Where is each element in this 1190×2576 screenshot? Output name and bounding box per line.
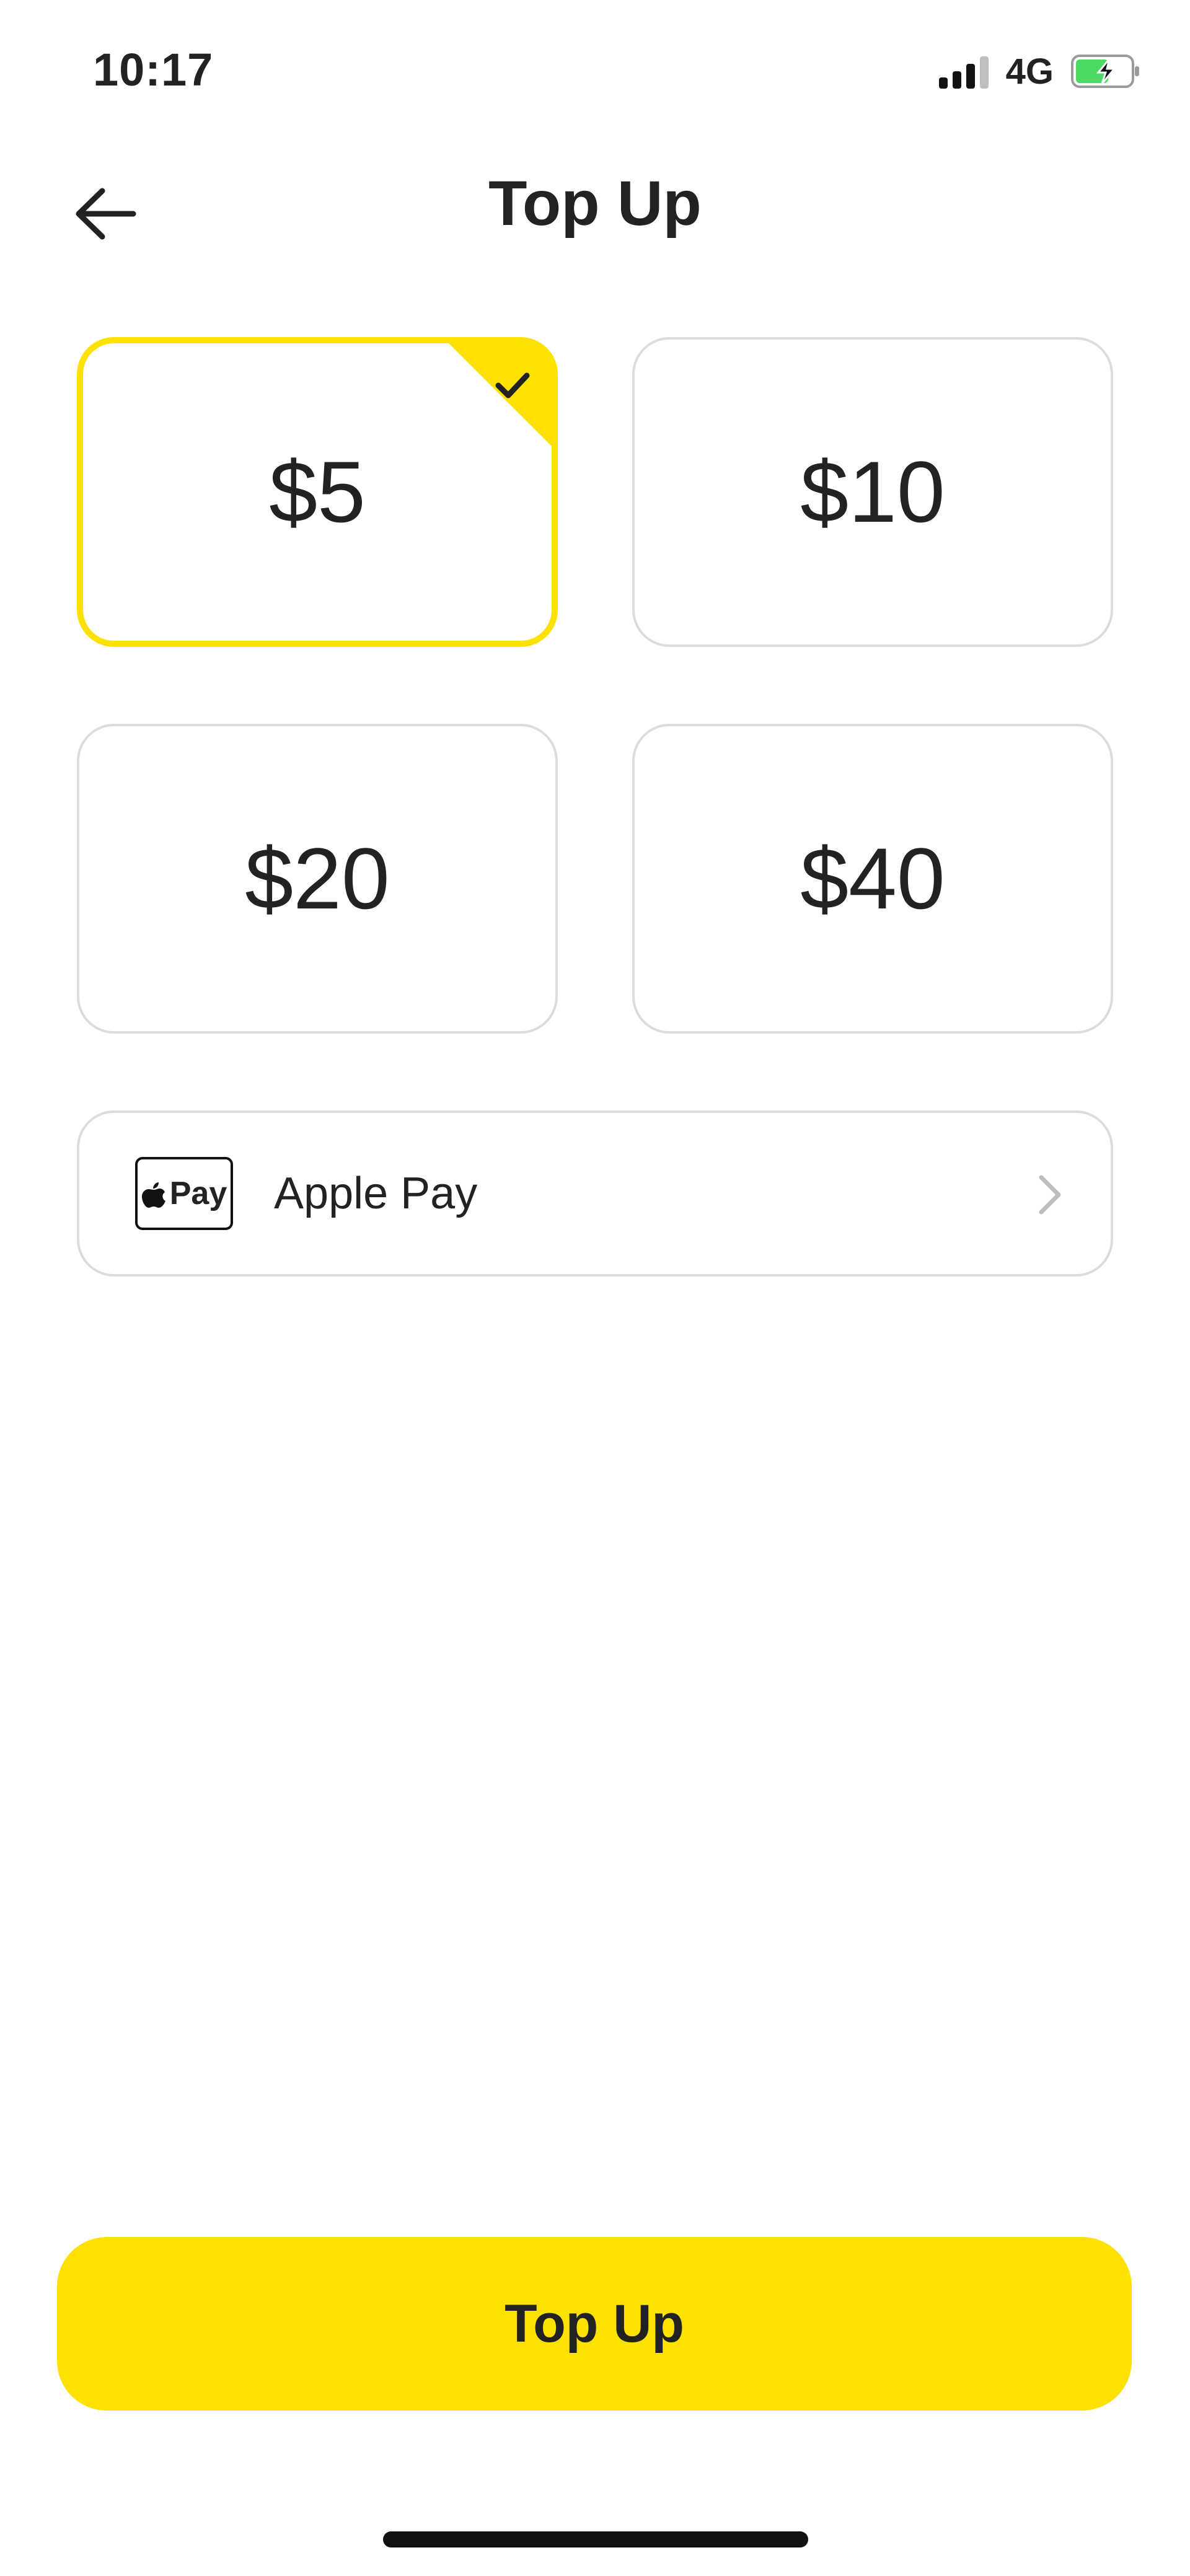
amount-label: $40	[800, 830, 945, 927]
payment-method-label: Apple Pay	[274, 1169, 478, 1218]
home-indicator	[383, 2531, 808, 2547]
payment-method-row[interactable]: Pay Apple Pay	[77, 1110, 1113, 1277]
checkmark-icon	[495, 372, 530, 398]
amount-label: $20	[245, 830, 390, 927]
amount-option-40[interactable]: $40	[632, 724, 1113, 1034]
apple-icon	[141, 1182, 165, 1208]
apple-pay-logo: Pay	[135, 1157, 233, 1230]
status-right: 4G	[938, 50, 1140, 93]
amount-option-10[interactable]: $10	[632, 337, 1113, 647]
signal-icon	[938, 54, 989, 89]
page-title: Top Up	[488, 168, 702, 239]
network-label: 4G	[1005, 51, 1054, 92]
status-time: 10:17	[93, 44, 214, 95]
chevron-right-icon	[1039, 1175, 1061, 1215]
top-up-button-label: Top Up	[505, 2293, 684, 2354]
battery-charging-icon	[1071, 55, 1139, 88]
apple-pay-logo-text: Pay	[169, 1176, 227, 1211]
amount-label: $5	[269, 443, 366, 540]
top-up-button[interactable]: Top Up	[57, 2237, 1132, 2411]
amount-option-20[interactable]: $20	[77, 724, 558, 1034]
amount-option-5[interactable]: $5	[77, 337, 558, 647]
amount-label: $10	[800, 443, 945, 540]
